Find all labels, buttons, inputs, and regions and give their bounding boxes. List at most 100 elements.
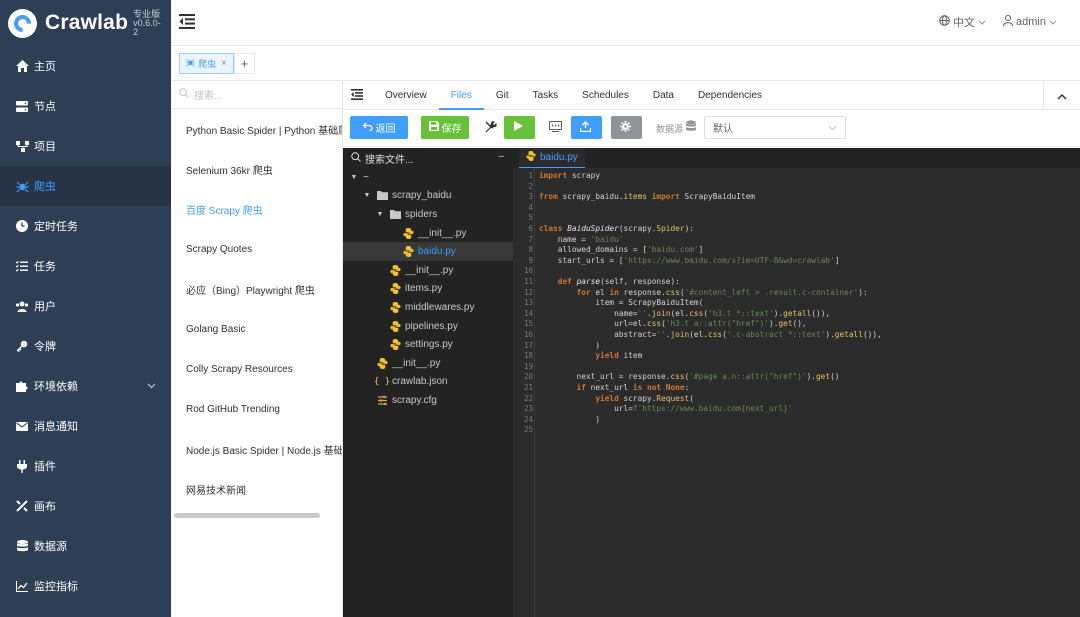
list-item[interactable]: Golang Basic: [171, 309, 342, 349]
line-number: 3: [528, 192, 533, 202]
datasource-select[interactable]: 默认: [704, 116, 846, 139]
sidebar-item-label: 数据源: [34, 541, 67, 553]
back-button[interactable]: 返回: [350, 116, 408, 139]
code-line: ): [539, 414, 601, 424]
code-content[interactable]: 1 import scrapy 2 3 from scrapy_baidu.items …: [524, 168, 1080, 617]
line-number: 7: [528, 234, 533, 244]
horizontal-scrollbar[interactable]: [174, 513, 320, 518]
database-icon: [15, 539, 29, 553]
python-file-icon: [389, 301, 401, 313]
config-file-icon: [376, 394, 388, 406]
file-tree-item[interactable]: __init__.py: [343, 261, 513, 280]
tab-files[interactable]: Files: [438, 81, 484, 110]
sidebar-item-notifications[interactable]: 消息通知: [0, 406, 171, 446]
file-tree-item[interactable]: { } crawlab.json: [343, 373, 513, 392]
tab-overview[interactable]: Overview: [373, 81, 439, 110]
spider-icon: [186, 58, 195, 69]
tab-schedules[interactable]: Schedules: [570, 81, 641, 110]
sidebar-item-label: 项目: [34, 141, 56, 153]
sidebar-item-metrics[interactable]: 监控指标: [0, 566, 171, 606]
page-tabs-bar: 爬虫 × +: [171, 46, 1080, 81]
list-item[interactable]: 百度 Scrapy 爬虫: [171, 189, 342, 229]
sidebar-item-tasks[interactable]: 任务: [0, 246, 171, 286]
editor-tab-label: baidu.py: [540, 152, 578, 163]
globe-icon: [939, 15, 953, 29]
save-button[interactable]: 保存: [421, 116, 469, 139]
tab-data[interactable]: Data: [641, 81, 686, 110]
clock-icon: [15, 219, 29, 233]
collapse-button[interactable]: [1043, 81, 1080, 110]
add-tab-button[interactable]: +: [234, 53, 255, 74]
file-tree-item[interactable]: ▼ scrapy_baidu: [343, 187, 513, 206]
list-item[interactable]: 网易技术新闻: [171, 469, 342, 509]
line-number: 14: [523, 308, 533, 318]
tab-dependencies[interactable]: Dependencies: [686, 81, 774, 110]
close-icon[interactable]: ×: [221, 58, 227, 69]
sidebar-item-spiders[interactable]: 爬虫: [0, 166, 171, 206]
file-name: scrapy_baidu: [392, 190, 452, 202]
file-tree-item[interactable]: pipelines.py: [343, 317, 513, 336]
envelope-icon: [15, 419, 29, 433]
file-tree-item[interactable]: settings.py: [343, 335, 513, 354]
sidebar-toggle-icon[interactable]: [351, 89, 363, 103]
sidebar-item-datasources[interactable]: 数据源: [0, 526, 171, 566]
upload-button[interactable]: [571, 116, 602, 139]
sidebar-item-tokens[interactable]: 令牌: [0, 326, 171, 366]
tab-git[interactable]: Git: [484, 81, 521, 110]
tab-tasks[interactable]: Tasks: [521, 81, 571, 110]
python-file-icon: [376, 357, 388, 369]
file-tree-item[interactable]: items.py: [343, 280, 513, 299]
tools-icon[interactable]: [485, 121, 497, 136]
user-menu[interactable]: admin: [1003, 15, 1060, 29]
code-editor[interactable]: baidu.py 1 import scrapy 2 3 from scrapy_bai…: [513, 148, 1080, 617]
sidebar-item-label: 主页: [34, 61, 56, 73]
file-tree-item[interactable]: ▼ spiders: [343, 205, 513, 224]
sidebar-item-home[interactable]: 主页: [0, 46, 171, 86]
sidebar-item-nodes[interactable]: 节点: [0, 86, 171, 126]
json-file-icon: { }: [373, 376, 391, 387]
files-toolbar: 返回 保存 数据源 默认: [343, 110, 1080, 147]
file-tree-item[interactable]: __init__.py: [343, 224, 513, 243]
sidebar-item-label: 令牌: [34, 341, 56, 353]
file-tree-item[interactable]: baidu.py: [343, 242, 513, 261]
page-tab-spiders[interactable]: 爬虫 ×: [179, 53, 234, 74]
list-item[interactable]: 必应（Bing）Playwright 爬虫: [171, 269, 342, 309]
list-item[interactable]: Colly Scrapy Resources: [171, 349, 342, 389]
spider-search-input[interactable]: 搜索...: [171, 81, 342, 109]
list-item[interactable]: Selenium 36kr 爬虫: [171, 149, 342, 189]
file-tree-item[interactable]: middlewares.py: [343, 298, 513, 317]
sidebar-item-schedules[interactable]: 定时任务: [0, 206, 171, 246]
tools-icon: [15, 499, 29, 513]
file-name: baidu.py: [418, 246, 456, 258]
list-item[interactable]: Python Basic Spider | Python 基础爬虫: [171, 109, 342, 149]
sidebar-item-users[interactable]: 用户: [0, 286, 171, 326]
file-tree-item[interactable]: scrapy.cfg: [343, 391, 513, 410]
chevron-up-icon: [1057, 89, 1067, 103]
file-search-input[interactable]: 搜索文件... –: [343, 148, 513, 168]
menu-fold-icon[interactable]: [179, 14, 195, 32]
sidebar-item-projects[interactable]: 项目: [0, 126, 171, 166]
console-icon[interactable]: [549, 121, 562, 135]
sidebar-item-plugins[interactable]: 插件: [0, 446, 171, 486]
collapse-all-icon[interactable]: –: [498, 151, 504, 162]
list-item[interactable]: Scrapy Quotes: [171, 229, 342, 269]
editor-tab-baidu-py[interactable]: baidu.py: [519, 148, 585, 168]
sidebar-item-canvas[interactable]: 画布: [0, 486, 171, 526]
file-tree-item[interactable]: __init__.py: [343, 354, 513, 373]
file-tree-item[interactable]: ▼ ~: [343, 168, 513, 187]
run-button[interactable]: [504, 116, 535, 139]
settings-button[interactable]: [611, 116, 642, 139]
code-line: yield item: [595, 351, 643, 361]
logo[interactable]: Crawlab 专业版 v0.6.0- 2: [0, 0, 171, 46]
language-switcher[interactable]: 中文: [939, 14, 989, 30]
datasource-label: 数据源: [656, 124, 684, 134]
folder-icon: [389, 208, 401, 220]
spider-detail: Overview Files Git Tasks Schedules Data …: [343, 81, 1080, 617]
sidebar-item-environment[interactable]: 环境依赖: [0, 366, 171, 406]
page-tab-label: 爬虫: [198, 59, 217, 69]
list-item[interactable]: Rod GitHub Trending: [171, 389, 342, 429]
list-item[interactable]: Node.js Basic Spider | Node.js 基础爬虫: [171, 429, 342, 469]
line-number: 1: [528, 171, 533, 180]
app-name: Crawlab: [45, 11, 129, 34]
sidebar-item-label: 爬虫: [34, 181, 56, 193]
